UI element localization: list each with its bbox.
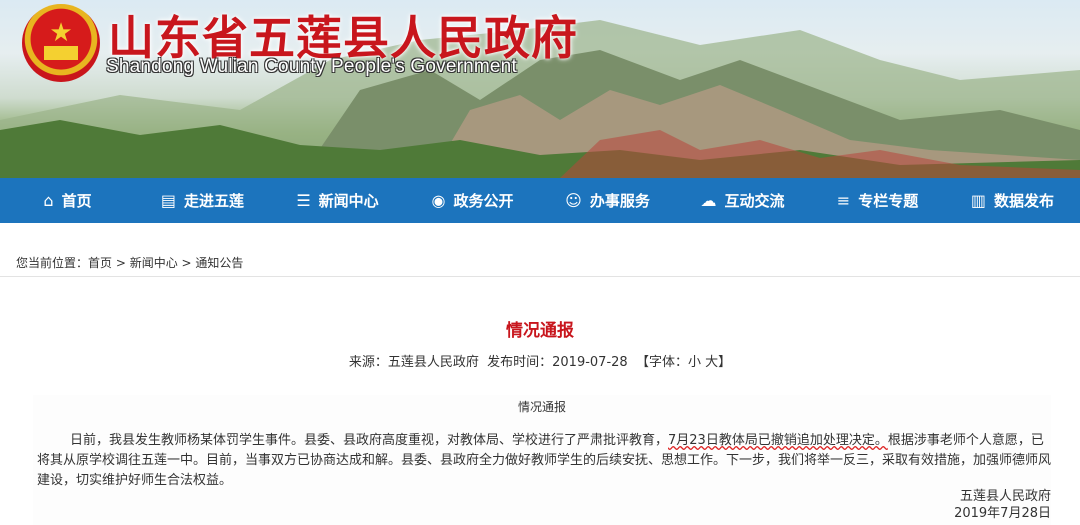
- home-icon: ⌂: [43, 191, 54, 210]
- breadcrumb-notices[interactable]: 通知公告: [195, 256, 243, 270]
- site-banner: ★ 山东省五莲县人民政府 Shandong Wulian County Peop…: [0, 0, 1080, 178]
- date-label: 发布时间：: [487, 355, 553, 370]
- nav-label: 走进五莲: [184, 192, 245, 210]
- breadcrumb-separator: >: [177, 256, 196, 270]
- nav-label: 数据发布: [994, 192, 1055, 210]
- document-icon: ▤: [160, 191, 177, 210]
- article-source: 五莲县人民政府: [387, 355, 479, 370]
- notice-heading: 情况通报: [517, 400, 566, 414]
- article-meta: 来源：五莲县人民政府 发布时间：2019-07-28 【字体：小 大】: [0, 351, 1080, 370]
- nav-item-gov-affairs[interactable]: ◉ 政务公开: [405, 178, 540, 223]
- smile-icon: ☺: [565, 191, 582, 210]
- font-small-button[interactable]: 小: [688, 355, 701, 370]
- source-label: 来源：: [348, 355, 388, 370]
- nav-label: 专栏专题: [858, 192, 919, 210]
- font-size-close: 】: [718, 355, 732, 370]
- site-subtitle: Shandong Wulian County People's Governme…: [106, 56, 517, 77]
- breadcrumb-home[interactable]: 首页: [88, 256, 112, 270]
- nav-item-topics[interactable]: ≡ 专栏专题: [810, 178, 945, 223]
- breadcrumb-prefix: 您当前位置：: [16, 256, 89, 270]
- nav-item-data[interactable]: ▥ 数据发布: [945, 178, 1080, 223]
- notice-document: 情况通报 日前，我县发生教师杨某体罚学生事件。县委、县政府高度重视，对教体局、学…: [33, 395, 1051, 525]
- nav-item-interaction[interactable]: ☁ 互动交流: [675, 178, 810, 223]
- nav-label: 政务公开: [453, 192, 514, 210]
- notice-body: 日前，我县发生教师杨某体罚学生事件。县委、县政府高度重视，对教体局、学校进行了严…: [37, 431, 1053, 491]
- body-highlight: 7月23日教体局已撤销追加处理决定。: [668, 433, 888, 448]
- breadcrumb-news[interactable]: 新闻中心: [130, 256, 178, 270]
- breadcrumb: 您当前位置：首页 > 新闻中心 > 通知公告: [16, 254, 243, 271]
- nav-label: 新闻中心: [318, 192, 379, 210]
- font-large-button[interactable]: 大: [705, 355, 718, 370]
- cloud-icon: ☁: [700, 191, 717, 210]
- article-title: 情况通报: [506, 321, 574, 341]
- nav-item-about[interactable]: ▤ 走进五莲: [135, 178, 270, 223]
- chart-icon: ▥: [970, 191, 987, 210]
- signature-date: 2019年7月28日: [954, 506, 1051, 521]
- divider: [0, 276, 1080, 277]
- nav-item-home[interactable]: ⌂ 首页: [0, 178, 135, 223]
- nav-label: 首页: [61, 192, 92, 210]
- breadcrumb-separator: >: [112, 256, 130, 270]
- list-icon: ≡: [836, 191, 851, 210]
- main-nav: ⌂ 首页 ▤ 走进五莲 ☰ 新闻中心 ◉ 政务公开 ☺ 办事服务 ☁ 互动交流 …: [0, 178, 1080, 223]
- nav-item-services[interactable]: ☺ 办事服务: [540, 178, 675, 223]
- body-text: 日前，我县发生教师杨某体罚学生事件。县委、县政府高度重视，对教体局、学校进行了严…: [70, 433, 669, 448]
- article-date: 2019-07-28: [552, 355, 628, 370]
- nav-item-news[interactable]: ☰ 新闻中心: [270, 178, 405, 223]
- font-size-label: 【字体：: [635, 355, 688, 370]
- nav-label: 办事服务: [589, 192, 650, 210]
- news-icon: ☰: [296, 191, 311, 210]
- national-emblem-icon: ★: [22, 4, 100, 82]
- nav-label: 互动交流: [724, 192, 785, 210]
- eye-icon: ◉: [431, 191, 446, 210]
